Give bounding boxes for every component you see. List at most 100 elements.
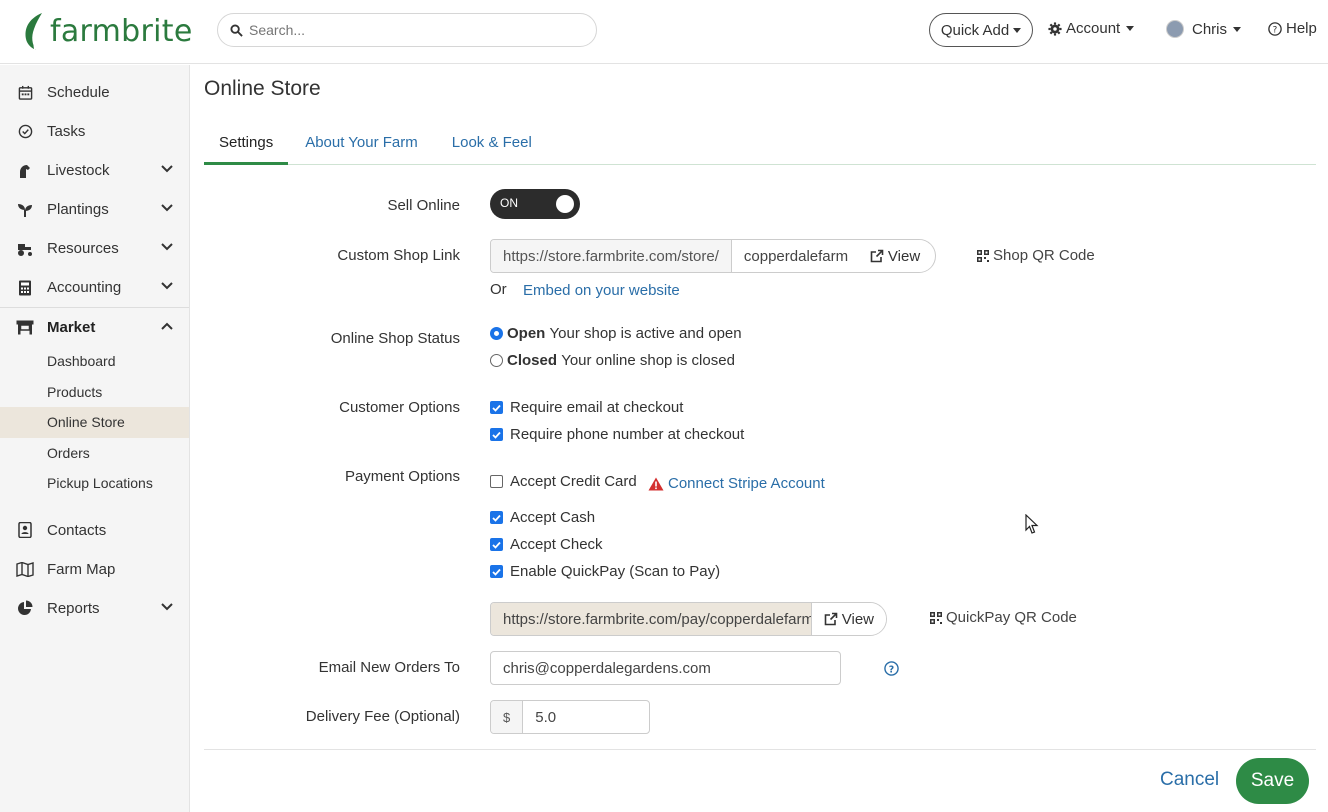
view-label: View <box>841 610 874 628</box>
custom-shop-link-label: Custom Shop Link <box>337 247 460 264</box>
sidebar-subitem-dashboard[interactable]: Dashboard <box>0 346 189 377</box>
status-open-option[interactable]: Open Your shop is active and open <box>490 325 742 342</box>
accept-cash-option[interactable]: Accept Cash <box>490 509 595 526</box>
farmbrite-logo[interactable]: farmbrite <box>22 10 193 52</box>
quickpay-url-field[interactable]: https://store.farmbrite.com/pay/copperda… <box>491 603 811 635</box>
sidebar-item-plantings[interactable]: Plantings <box>0 190 189 229</box>
search-input[interactable] <box>249 22 569 38</box>
map-icon <box>16 560 34 578</box>
require-phone-option[interactable]: Require phone number at checkout <box>490 426 744 443</box>
sidebar-item-reports[interactable]: Reports <box>0 589 189 628</box>
external-link-icon <box>870 249 884 263</box>
page-title: Online Store <box>204 77 321 100</box>
external-link-icon <box>824 612 838 626</box>
calendar-icon <box>16 84 34 102</box>
closed-desc: Your online shop is closed <box>561 352 735 369</box>
sidebar-item-tasks[interactable]: Tasks <box>0 112 189 151</box>
chevron-down-icon[interactable] <box>161 602 173 611</box>
open-title: Open <box>507 325 546 342</box>
help-label: Help <box>1286 20 1317 37</box>
accept-check-label: Accept Check <box>510 536 603 553</box>
accept-cash-label: Accept Cash <box>510 509 596 526</box>
radio-open[interactable] <box>490 327 503 340</box>
mouse-cursor-icon <box>1025 514 1039 534</box>
shop-qr-code-link[interactable]: Shop QR Code <box>977 247 1095 264</box>
sidebar-item-farm-map[interactable]: Farm Map <box>0 550 189 589</box>
email-orders-input[interactable]: chris@copperdalegardens.com <box>491 652 723 684</box>
caret-down-icon <box>1126 26 1135 31</box>
search-box[interactable] <box>217 13 597 47</box>
chevron-up-icon[interactable] <box>161 322 173 330</box>
shop-view-button[interactable]: View <box>857 240 933 272</box>
user-menu[interactable]: Chris <box>1166 20 1242 38</box>
horse-icon <box>16 162 34 180</box>
shop-link-prefix: https://store.farmbrite.com/store/ <box>491 240 732 272</box>
help-circle-icon[interactable]: ? <box>884 661 899 676</box>
store-icon <box>16 318 34 336</box>
quickpay-qr-code-link[interactable]: QuickPay QR Code <box>930 609 1077 626</box>
sidebar-item-schedule[interactable]: Schedule <box>0 73 189 112</box>
checkbox-unchecked[interactable] <box>490 475 503 488</box>
sidebar-item-accounting[interactable]: Accounting <box>0 268 189 307</box>
sidebar-item-label: Farm Map <box>47 560 116 578</box>
require-phone-label: Require phone number at checkout <box>510 426 745 443</box>
account-menu[interactable]: Account <box>1048 20 1135 37</box>
chevron-down-icon[interactable] <box>161 282 173 290</box>
connect-stripe-link[interactable]: Connect Stripe Account <box>648 475 825 492</box>
check-circle-icon <box>16 123 34 141</box>
sidebar-subitem-orders[interactable]: Orders <box>0 438 189 469</box>
caret-down-icon <box>1013 27 1022 33</box>
help-circle-icon: ? <box>1268 21 1282 36</box>
sidebar-item-contacts[interactable]: Contacts <box>0 511 189 550</box>
email-new-orders-label: Email New Orders To <box>318 659 460 676</box>
account-label: Account <box>1066 20 1121 37</box>
sidebar-item-livestock[interactable]: Livestock <box>0 151 189 190</box>
tractor-icon <box>16 240 34 258</box>
currency-addon: $ <box>491 701 524 733</box>
tab-about-your-farm[interactable]: About Your Farm <box>290 127 433 165</box>
warning-icon <box>648 477 664 490</box>
calculator-icon <box>16 279 34 297</box>
help-link[interactable]: ? Help <box>1268 20 1317 37</box>
checkbox-checked[interactable] <box>490 401 503 414</box>
toggle-state: ON <box>500 196 518 210</box>
cancel-button[interactable]: Cancel <box>1160 769 1219 791</box>
checkbox-checked[interactable] <box>490 428 503 441</box>
tab-settings[interactable]: Settings <box>204 127 289 165</box>
radio-closed[interactable] <box>490 354 503 367</box>
checkbox-checked[interactable] <box>490 511 503 524</box>
sidebar-item-label: Resources <box>47 240 119 257</box>
sell-online-toggle[interactable]: ON <box>490 189 580 219</box>
tab-look-and-feel[interactable]: Look & Feel <box>437 127 547 165</box>
sidebar-item-market[interactable]: Market <box>0 307 189 346</box>
accept-check-option[interactable]: Accept Check <box>490 536 603 553</box>
payment-options-label: Payment Options <box>344 468 460 485</box>
shop-link-input[interactable]: copperdalefarm <box>732 240 858 272</box>
checkbox-checked[interactable] <box>490 538 503 551</box>
require-email-option[interactable]: Require email at checkout <box>490 399 683 416</box>
delivery-fee-input[interactable]: 5.0 <box>523 701 568 733</box>
accept-credit-card-option[interactable]: Accept Credit Card <box>490 473 637 490</box>
sidebar-subitem-online-store[interactable]: Online Store <box>0 407 189 438</box>
svg-text:?: ? <box>889 664 894 675</box>
sidebar-subitem-pickup-locations[interactable]: Pickup Locations <box>0 468 189 499</box>
sidebar-item-resources[interactable]: Resources <box>0 229 189 268</box>
sidebar-item-label: Schedule <box>47 84 110 101</box>
chevron-down-icon[interactable] <box>161 204 173 212</box>
quickpay-view-button[interactable]: View <box>810 603 886 635</box>
save-button[interactable]: Save <box>1236 758 1309 804</box>
embed-website-link[interactable]: Embed on your website <box>523 282 680 299</box>
quick-add-button[interactable]: Quick Add <box>929 13 1033 47</box>
quick-add-label: Quick Add <box>940 21 1010 39</box>
chevron-down-icon[interactable] <box>161 243 173 251</box>
enable-quickpay-option[interactable]: Enable QuickPay (Scan to Pay) <box>490 563 720 580</box>
sidebar-subitem-products[interactable]: Products <box>0 377 189 408</box>
status-closed-option[interactable]: Closed Your online shop is closed <box>490 352 735 369</box>
open-desc: Your shop is active and open <box>549 325 742 342</box>
online-shop-status-label: Online Shop Status <box>330 330 460 347</box>
email-orders-input-box: chris@copperdalegardens.com <box>490 651 841 685</box>
checkbox-checked[interactable] <box>490 565 503 578</box>
gear-icon <box>1048 21 1062 36</box>
sidebar-item-label: Reports <box>47 599 100 617</box>
chevron-down-icon[interactable] <box>161 165 173 173</box>
